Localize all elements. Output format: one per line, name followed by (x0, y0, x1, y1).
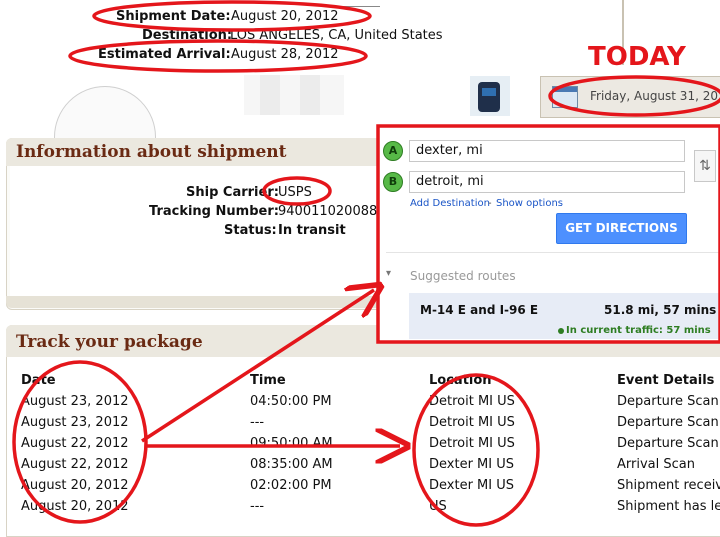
arrow-to-directions (141, 290, 374, 443)
circle-carrier (262, 176, 332, 206)
annotation-overlay (12, 0, 720, 527)
circle-today-date (548, 75, 720, 117)
directions-highlight-box (376, 124, 720, 344)
circle-estimated-arrival (68, 39, 368, 73)
circle-dates (12, 360, 148, 524)
circle-ship-date (92, 0, 372, 32)
circle-locations (412, 373, 540, 527)
